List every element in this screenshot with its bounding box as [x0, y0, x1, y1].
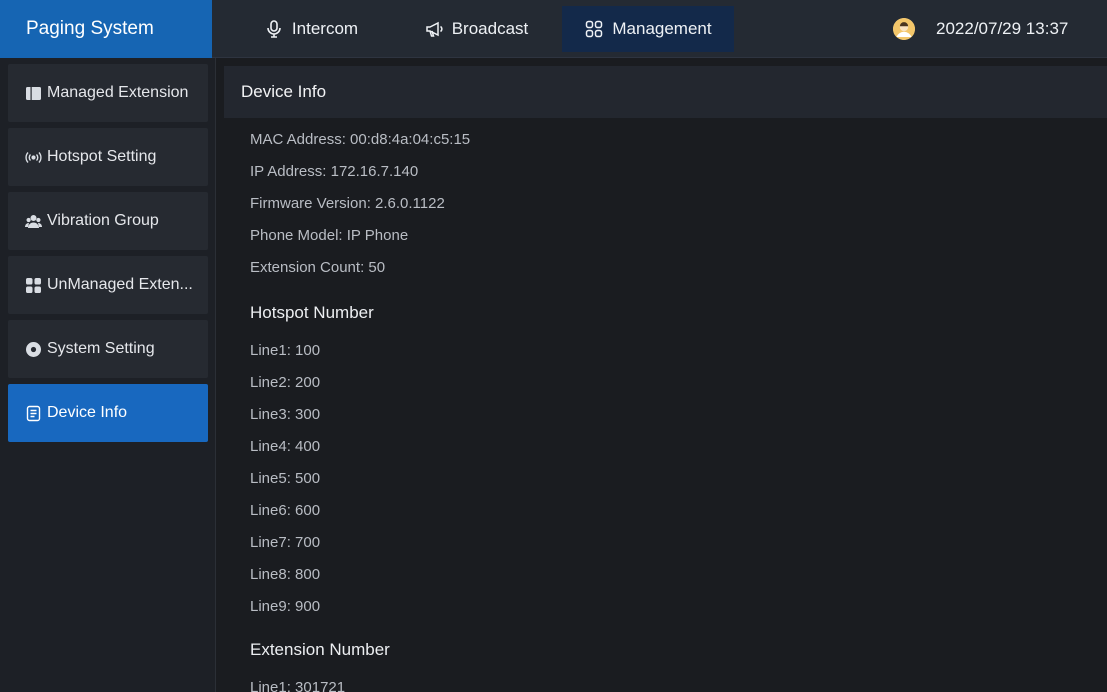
hotspot-line: Line5: 500: [250, 470, 321, 487]
hotspot-icon: [25, 149, 42, 166]
tab-management-label: Management: [612, 19, 712, 38]
sidebar-item-label: Managed Extension: [47, 84, 189, 101]
extension-number-title: Extension Number: [250, 640, 390, 659]
ip-address: IP Address: 172.16.7.140: [250, 163, 419, 180]
sidebar-item-label: Device Info: [47, 404, 128, 421]
sidebar-item-label: Hotspot Setting: [47, 148, 157, 165]
tab-broadcast-label: Broadcast: [451, 19, 529, 38]
sidebar-item-label: UnManaged Exten...: [47, 276, 193, 293]
datetime: 2022/07/29 13:37: [936, 19, 1069, 38]
tab-intercom[interactable]: Intercom: [236, 6, 386, 52]
phone-model: Phone Model: IP Phone: [250, 227, 409, 244]
hotspot-line: Line9: 900: [250, 598, 321, 615]
mac-address: MAC Address: 00:d8:4a:04:c5:15: [250, 131, 471, 148]
tab-broadcast[interactable]: Broadcast: [400, 6, 552, 52]
sidebar-item-vibration-group[interactable]: Vibration Group: [8, 192, 208, 250]
extension-line: Line1: 301721: [250, 679, 346, 692]
sidebar-item-label: System Setting: [47, 340, 155, 357]
hotspot-number-title: Hotspot Number: [250, 303, 374, 322]
tab-intercom-label: Intercom: [291, 19, 359, 38]
group-icon: [25, 213, 42, 230]
firmware-version: Firmware Version: 2.6.0.1122: [250, 195, 445, 212]
sidebar: Managed Extension Hotspot Setting Vibrat…: [0, 58, 216, 692]
book-icon: [25, 85, 42, 102]
sidebar-item-unmanaged-extension[interactable]: UnManaged Exten...: [8, 256, 208, 314]
hotspot-line: Line2: 200: [250, 374, 321, 391]
app-title: Paging System: [0, 0, 212, 58]
extension-count: Extension Count: 50: [250, 259, 386, 276]
grid-icon: [586, 20, 603, 38]
sidebar-item-hotspot-setting[interactable]: Hotspot Setting: [8, 128, 208, 186]
hotspot-line: Line8: 800: [250, 566, 321, 583]
apps-icon: [25, 277, 42, 294]
top-bar: Paging System Intercom Broadcast Managem…: [0, 0, 1107, 58]
hotspot-line: Line6: 600: [250, 502, 321, 519]
hotspot-line: Line3: 300: [250, 406, 321, 423]
sidebar-item-device-info[interactable]: Device Info: [8, 384, 208, 442]
hotspot-line: Line1: 100: [250, 342, 321, 359]
gear-icon: [25, 341, 42, 358]
page-title: Device Info: [224, 66, 1107, 118]
sidebar-item-managed-extension[interactable]: Managed Extension: [8, 64, 208, 122]
microphone-icon: [267, 20, 281, 38]
sidebar-item-system-setting[interactable]: System Setting: [8, 320, 208, 378]
device-info-panel: Device Info MAC Address: 00:d8:4a:04:c5:…: [224, 66, 1107, 692]
megaphone-icon: [425, 21, 443, 37]
hotspot-line: Line4: 400: [250, 438, 321, 455]
user-avatar-icon[interactable]: [893, 18, 915, 40]
hotspot-line: Line7: 700: [250, 534, 321, 551]
sidebar-item-label: Vibration Group: [47, 212, 159, 229]
document-icon: [25, 405, 42, 422]
tab-management[interactable]: Management: [562, 6, 734, 52]
